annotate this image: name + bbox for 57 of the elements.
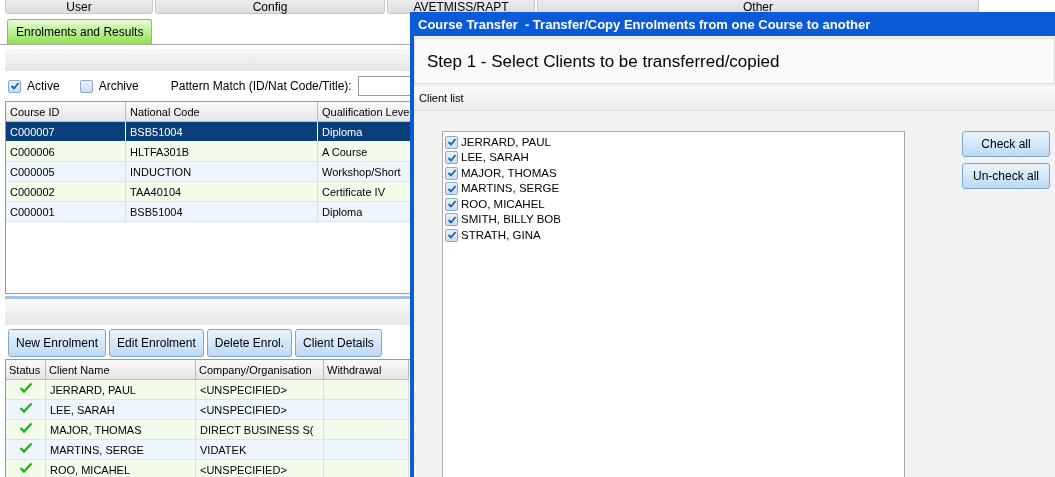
step-title: Step 1 - Select Clients to be transferred/copied	[427, 52, 780, 71]
checkbox[interactable]	[445, 213, 458, 227]
table-cell: C000001	[6, 202, 126, 222]
table-cell: MARTINS, SERGE	[46, 440, 196, 460]
column-header[interactable]: Withdrawal	[324, 360, 409, 380]
table-cell: <UNSPECIFIED>	[196, 380, 324, 400]
checkbox-label: Active	[27, 78, 60, 95]
window-title: Course Transfer - Transfer/Copy Enrolments from one Course to another	[417, 16, 872, 34]
toolbar-button[interactable]: Edit Enrolment	[109, 329, 204, 357]
checkbox[interactable]	[445, 135, 458, 149]
table-cell: C000006	[6, 142, 126, 162]
list-item-label: LEE, SARAH	[461, 150, 529, 166]
checkbox[interactable]	[445, 166, 458, 180]
table-cell: ROO, MICAHEL	[46, 460, 196, 477]
table-cell: BSB51004	[126, 202, 318, 222]
column-header[interactable]: Company/Organisation	[196, 360, 324, 380]
table-cell: C000005	[6, 162, 126, 182]
checkbox[interactable]	[445, 182, 458, 196]
table-cell: MAJOR, THOMAS	[46, 420, 196, 440]
checkbox[interactable]	[445, 228, 458, 242]
column-header[interactable]: Status	[6, 360, 46, 380]
checkbox[interactable]	[8, 79, 21, 93]
tab[interactable]: Config	[155, 0, 385, 14]
table-cell: HLTFA301B	[126, 142, 318, 162]
dialog-button[interactable]: Check all	[962, 130, 1050, 157]
table-cell: VIDATEK	[196, 440, 324, 460]
toolbar-button[interactable]: Delete Enrol.	[206, 329, 293, 357]
checkbox[interactable]	[445, 151, 458, 165]
checkbox[interactable]	[79, 79, 93, 93]
list-item-label: MARTINS, SERGE	[461, 181, 560, 197]
tab[interactable]: User	[5, 0, 153, 14]
table-cell: TAA40104	[126, 182, 318, 202]
checkbox-label: Archive	[98, 78, 139, 95]
table-cell: INDUCTION	[126, 162, 318, 182]
toolbar-button[interactable]: Client Details	[295, 329, 382, 357]
tab[interactable]: Enrolments and Results	[7, 19, 153, 44]
checkbox[interactable]	[445, 197, 458, 211]
table-cell: C000007	[6, 122, 126, 142]
list-item-label: JERRARD, PAUL	[461, 134, 551, 150]
column-header[interactable]: National Code	[126, 102, 318, 122]
table-cell: BSB51004	[126, 122, 318, 142]
table-cell: <UNSPECIFIED>	[196, 400, 324, 420]
section-label: Client list	[419, 92, 464, 104]
column-header[interactable]: Course ID	[6, 102, 126, 122]
list-item-label: MAJOR, THOMAS	[461, 165, 557, 181]
table-cell: LEE, SARAH	[46, 400, 196, 420]
table-cell: DIRECT BUSINESS S(	[196, 420, 324, 440]
list-item-label: STRATH, GINA	[461, 227, 541, 243]
toolbar-button[interactable]: New Enrolment	[8, 329, 107, 357]
field-label: Pattern Match (ID/Nat Code/Title):	[170, 78, 352, 95]
list-item-label: ROO, MICAHEL	[461, 196, 545, 212]
column-header[interactable]: Client Name	[46, 360, 196, 380]
list-item-label: SMITH, BILLY BOB	[461, 212, 561, 228]
table-cell: <UNSPECIFIED>	[196, 460, 324, 477]
dialog-button[interactable]: Un-check all	[962, 162, 1050, 189]
table-cell: C000002	[6, 182, 126, 202]
table-cell: JERRARD, PAUL	[46, 380, 196, 400]
